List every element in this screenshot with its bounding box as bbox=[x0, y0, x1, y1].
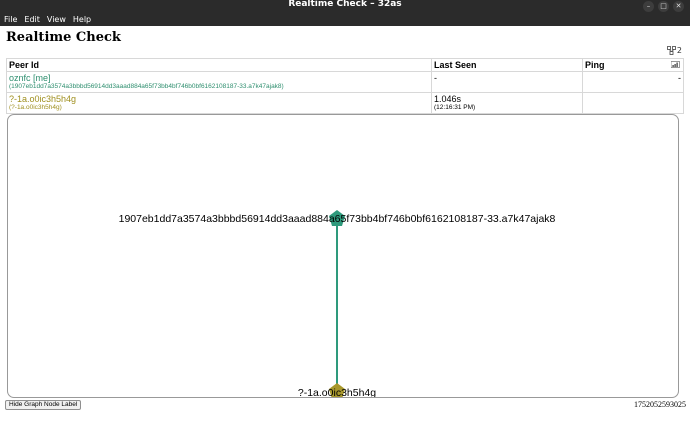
peer-table-header: Peer Id Last Seen Ping bbox=[6, 58, 684, 72]
network-icon bbox=[667, 46, 676, 55]
header-ping[interactable]: Ping bbox=[582, 58, 684, 72]
last-seen-cell: - bbox=[431, 71, 583, 93]
signal-bars-icon bbox=[671, 61, 680, 68]
window-controls: – □ ✕ bbox=[643, 0, 684, 12]
ping-cell: - bbox=[582, 71, 684, 93]
peer-cell: ?-1a.o0ic3h5h4g (?-1a.o0ic3h5h4g) bbox=[6, 92, 432, 114]
minimize-button[interactable]: – bbox=[643, 0, 654, 12]
peer-count-value: 2 bbox=[676, 46, 682, 55]
menu-bar: File Edit View Help bbox=[0, 12, 690, 26]
peer-full-id: (1907eb1dd7a3574a3bbbd56914dd3aaad884a65… bbox=[9, 83, 284, 90]
header-peer-id: Peer Id bbox=[6, 58, 432, 72]
menu-file[interactable]: File bbox=[4, 15, 17, 24]
table-row[interactable]: oznfc [me] (1907eb1dd7a3574a3bbbd56914dd… bbox=[6, 71, 684, 93]
peer-full-id: (?-1a.o0ic3h5h4g) bbox=[9, 104, 62, 111]
table-row[interactable]: ?-1a.o0ic3h5h4g (?-1a.o0ic3h5h4g) 1.046s… bbox=[6, 92, 684, 114]
timestamp: 1752052593025 bbox=[634, 400, 686, 409]
graph-node-label: 1907eb1dd7a3574a3bbbd56914dd3aaad884a65f… bbox=[119, 213, 556, 225]
window-titlebar[interactable]: Realtime Check – 32as – □ ✕ bbox=[0, 0, 690, 12]
peer-name: ?-1a.o0ic3h5h4g bbox=[9, 94, 77, 104]
peer-cell: oznfc [me] (1907eb1dd7a3574a3bbbd56914dd… bbox=[6, 71, 432, 93]
peer-name: oznfc [me] bbox=[9, 73, 51, 83]
window-title: Realtime Check – 32as bbox=[288, 0, 402, 9]
last-seen-value: 1.046s bbox=[434, 94, 462, 104]
maximize-button[interactable]: □ bbox=[658, 0, 669, 12]
last-seen-value: - bbox=[434, 73, 437, 83]
peer-graph[interactable]: 1907eb1dd7a3574a3bbbd56914dd3aaad884a65f… bbox=[7, 114, 679, 398]
close-button[interactable]: ✕ bbox=[673, 0, 684, 12]
menu-help[interactable]: Help bbox=[73, 15, 91, 24]
peer-graph-canvas[interactable]: 1907eb1dd7a3574a3bbbd56914dd3aaad884a65f… bbox=[8, 115, 678, 397]
graph-node-label: ?-1a.o0ic3h5h4g bbox=[298, 387, 376, 397]
last-seen-cell: 1.046s (12:16:31 PM) bbox=[431, 92, 583, 114]
ping-cell bbox=[582, 92, 684, 114]
last-seen-time: (12:16:31 PM) bbox=[434, 104, 476, 111]
menu-edit[interactable]: Edit bbox=[24, 15, 40, 24]
header-ping-label: Ping bbox=[585, 60, 605, 70]
hide-graph-node-label-button[interactable]: Hide Graph Node Label bbox=[5, 400, 82, 410]
peer-count: 2 bbox=[667, 46, 682, 55]
menu-view[interactable]: View bbox=[47, 15, 66, 24]
page-title: Realtime Check bbox=[6, 30, 121, 45]
peer-table: Peer Id Last Seen Ping oznfc [me] (1907e… bbox=[6, 58, 684, 114]
header-last-seen: Last Seen bbox=[431, 58, 583, 72]
